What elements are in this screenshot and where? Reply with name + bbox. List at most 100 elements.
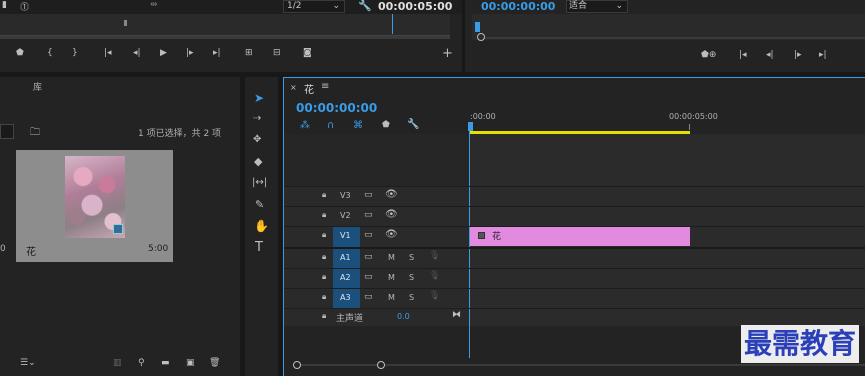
selection-tool-icon[interactable]: ➤ xyxy=(254,91,264,105)
track-target-v1[interactable]: V1 xyxy=(333,227,360,247)
split-icon[interactable]: ⇹ xyxy=(150,0,158,10)
voiceover-mic-icon[interactable]: 🎙︎ xyxy=(429,291,440,301)
zoom-handle-right[interactable] xyxy=(377,361,385,369)
time-ruler[interactable] xyxy=(470,107,865,134)
trash-icon[interactable]: 🗑 xyxy=(209,358,220,368)
ruler-tick-end xyxy=(689,124,690,130)
program-timecode: 00:00:00:00 xyxy=(481,0,556,13)
type-tool-icon[interactable]: T xyxy=(255,240,263,255)
lock-icon[interactable]: 🔒︎ xyxy=(322,210,326,220)
eye-icon[interactable]: 👁︎ xyxy=(385,229,398,240)
marker-link-icon[interactable]: ⬟⊕ xyxy=(701,50,716,60)
camera-icon[interactable]: ◙ xyxy=(303,48,312,58)
go-to-end-icon[interactable]: ⧓ xyxy=(452,310,461,320)
track-label: V2 xyxy=(340,211,351,220)
slip-tool-icon[interactable]: |↔| xyxy=(252,177,267,188)
ripple-edit-tool-icon[interactable]: ✥ xyxy=(253,134,261,145)
track-select-tool-icon[interactable]: ⇢ xyxy=(253,113,261,124)
new-bin-icon[interactable]: ▬ xyxy=(161,358,170,368)
list-view-icon[interactable]: ☰⌄ xyxy=(20,358,36,368)
resolution-dropdown[interactable]: 1/2 ⌄ xyxy=(283,0,345,13)
track-label: A2 xyxy=(340,273,351,282)
track-target-a3[interactable]: A3 xyxy=(333,289,360,308)
solo-button[interactable]: S xyxy=(409,273,414,282)
play-icon[interactable]: ▶ xyxy=(160,48,167,58)
snap-icon[interactable]: ∩ xyxy=(327,120,334,131)
marker-icon[interactable]: ⬟ xyxy=(16,48,24,58)
safe-margin-icon[interactable]: ▮ xyxy=(2,0,7,10)
razor-tool-icon[interactable]: ◆ xyxy=(254,155,262,168)
track-target-a2[interactable]: A2 xyxy=(333,269,360,288)
panel-menu-icon[interactable]: ≡ xyxy=(321,81,329,92)
find-icon[interactable]: ⚲ xyxy=(138,358,145,368)
timeline-timecode[interactable]: 00:00:00:00 xyxy=(296,101,377,115)
new-search-bin-icon[interactable]: 🗀 xyxy=(30,125,40,142)
project-search-input[interactable] xyxy=(0,124,14,139)
solo-button[interactable]: S xyxy=(409,253,414,262)
program-transport: ⬟⊕ |◂ ◂| |▸ ▸| xyxy=(465,50,865,66)
eye-icon[interactable]: 👁︎ xyxy=(385,209,398,220)
lock-icon[interactable]: 🔒︎ xyxy=(322,272,326,282)
voiceover-mic-icon[interactable]: 🎙︎ xyxy=(429,271,440,281)
voiceover-mic-icon[interactable]: 🎙︎ xyxy=(429,251,440,261)
add-marker-icon[interactable]: ⬟ xyxy=(382,120,390,130)
master-value[interactable]: 0.0 xyxy=(397,312,410,321)
sync-lock-icon[interactable]: ▭ xyxy=(364,190,373,200)
hand-tool-icon[interactable]: ✋ xyxy=(254,219,269,233)
track-label: A1 xyxy=(340,253,351,262)
linked-selection-icon[interactable]: ⌘ xyxy=(353,120,363,131)
program-zoom-handle[interactable] xyxy=(477,33,485,41)
program-playhead[interactable] xyxy=(475,22,480,32)
go-to-out-icon[interactable]: ▸| xyxy=(213,48,221,58)
sync-lock-icon[interactable]: ▭ xyxy=(364,292,373,302)
solo-button[interactable]: S xyxy=(409,293,414,302)
track-target-a1[interactable]: A1 xyxy=(333,249,360,268)
track-target-v3[interactable]: V3 xyxy=(333,187,360,206)
step-back-icon[interactable]: ◂| xyxy=(133,48,141,58)
sync-lock-icon[interactable]: ▭ xyxy=(364,210,373,220)
go-to-out-icon[interactable]: ▸| xyxy=(819,50,827,60)
library-tab[interactable]: 库 xyxy=(33,80,42,93)
add-button-icon[interactable]: + xyxy=(442,46,453,61)
sync-lock-icon[interactable]: ▭ xyxy=(364,230,373,240)
lock-icon[interactable]: 🔒︎ xyxy=(322,252,326,262)
timeline-clip-v1[interactable]: 花 xyxy=(470,227,690,246)
sync-lock-icon[interactable]: ▭ xyxy=(364,272,373,282)
nest-icon[interactable]: ⁂ xyxy=(300,120,310,131)
close-tab-icon[interactable]: × xyxy=(290,83,297,92)
mute-button[interactable]: M xyxy=(388,273,395,282)
source-playhead[interactable] xyxy=(124,20,127,26)
lock-icon[interactable]: 🔒︎ xyxy=(322,292,326,302)
sync-lock-icon[interactable]: ▭ xyxy=(364,252,373,262)
source-scrub-area[interactable] xyxy=(0,14,450,36)
timeline-settings-icon[interactable]: 🔧 xyxy=(407,119,419,130)
new-item-icon[interactable]: ▣ xyxy=(186,358,195,368)
overwrite-icon[interactable]: ⊟ xyxy=(273,48,281,58)
step-back-icon[interactable]: ◂| xyxy=(766,50,774,60)
automate-icon[interactable]: ▥ xyxy=(113,358,122,368)
go-to-in-icon[interactable]: |◂ xyxy=(104,48,112,58)
mute-button[interactable]: M xyxy=(388,253,395,262)
wrench-icon[interactable]: 🔧 xyxy=(358,0,372,12)
mark-in-icon[interactable]: { xyxy=(47,48,53,58)
step-forward-icon[interactable]: |▸ xyxy=(794,50,802,60)
lock-icon[interactable]: 🔒︎ xyxy=(322,230,326,240)
zoom-handle-left[interactable] xyxy=(293,361,301,369)
track-target-v2[interactable]: V2 xyxy=(333,207,360,226)
eye-icon[interactable]: 👁︎ xyxy=(385,189,398,200)
info-icon[interactable]: ⓵ xyxy=(20,0,29,13)
sequence-tab[interactable]: 花 xyxy=(304,81,314,96)
ruler-end-label: 00:00:05:00 xyxy=(669,112,718,121)
mute-button[interactable]: M xyxy=(388,293,395,302)
lock-icon[interactable]: 🔒︎ xyxy=(322,311,326,321)
clip-label: 花 xyxy=(492,232,502,242)
step-forward-icon[interactable]: |▸ xyxy=(186,48,194,58)
fit-dropdown[interactable]: 适合 ⌄ xyxy=(566,0,628,13)
pen-tool-icon[interactable]: ✎ xyxy=(255,198,264,211)
track-label: V3 xyxy=(340,191,351,200)
mark-out-icon[interactable]: } xyxy=(72,48,78,58)
lock-icon[interactable]: 🔒︎ xyxy=(322,190,326,200)
insert-icon[interactable]: ⊞ xyxy=(245,48,253,58)
go-to-in-icon[interactable]: |◂ xyxy=(739,50,747,60)
track-row-a2: 🔒︎ A2 ▭ M S 🎙︎ xyxy=(284,269,469,288)
